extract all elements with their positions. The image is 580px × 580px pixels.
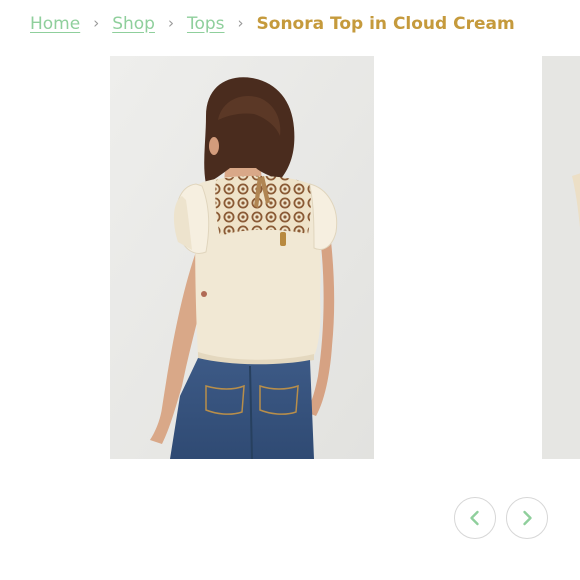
breadcrumb-separator: › xyxy=(93,14,100,32)
product-image-main[interactable] xyxy=(110,56,374,459)
breadcrumb: Home › Shop › Tops › Sonora Top in Cloud… xyxy=(30,10,515,38)
product-photo xyxy=(110,56,374,459)
breadcrumb-home-link[interactable]: Home xyxy=(30,14,80,34)
chevron-right-icon xyxy=(523,510,532,526)
carousel-next-button[interactable] xyxy=(506,497,548,539)
breadcrumb-tops-link[interactable]: Tops xyxy=(187,14,225,34)
product-image-next-peek[interactable] xyxy=(542,56,580,459)
product-photo xyxy=(542,56,580,459)
breadcrumb-separator: › xyxy=(167,14,174,32)
product-page: Home › Shop › Tops › Sonora Top in Cloud… xyxy=(0,0,580,580)
breadcrumb-separator: › xyxy=(237,14,244,32)
chevron-left-icon xyxy=(470,510,479,526)
product-image-gallery xyxy=(0,56,580,459)
breadcrumb-current-page: Sonora Top in Cloud Cream xyxy=(256,14,515,34)
carousel-prev-button[interactable] xyxy=(454,497,496,539)
breadcrumb-shop-link[interactable]: Shop xyxy=(112,14,155,34)
